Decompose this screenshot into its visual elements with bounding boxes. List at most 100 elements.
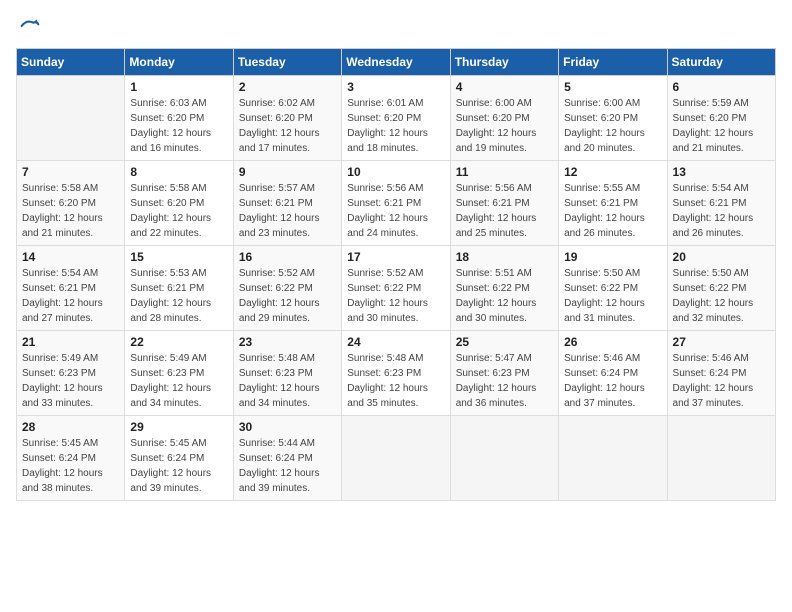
calendar-day-cell: 7 Sunrise: 5:58 AMSunset: 6:20 PMDaylight… — [17, 161, 125, 246]
day-info: Sunrise: 5:45 AMSunset: 6:24 PMDaylight:… — [130, 436, 227, 496]
calendar-day-cell — [667, 416, 775, 501]
day-info: Sunrise: 5:59 AMSunset: 6:20 PMDaylight:… — [673, 96, 770, 156]
day-info: Sunrise: 5:47 AMSunset: 6:23 PMDaylight:… — [456, 351, 553, 411]
day-number: 2 — [239, 80, 336, 94]
day-info: Sunrise: 5:51 AMSunset: 6:22 PMDaylight:… — [456, 266, 553, 326]
day-number: 6 — [673, 80, 770, 94]
day-number: 10 — [347, 165, 444, 179]
day-number: 30 — [239, 420, 336, 434]
calendar-day-cell: 25 Sunrise: 5:47 AMSunset: 6:23 PMDayligh… — [450, 331, 558, 416]
day-info: Sunrise: 6:03 AMSunset: 6:20 PMDaylight:… — [130, 96, 227, 156]
day-number: 27 — [673, 335, 770, 349]
day-number: 26 — [564, 335, 661, 349]
day-number: 4 — [456, 80, 553, 94]
day-number: 18 — [456, 250, 553, 264]
day-info: Sunrise: 5:55 AMSunset: 6:21 PMDaylight:… — [564, 181, 661, 241]
day-number: 11 — [456, 165, 553, 179]
calendar-day-cell: 6 Sunrise: 5:59 AMSunset: 6:20 PMDaylight… — [667, 76, 775, 161]
calendar-day-cell: 9Sunrise: 5:57 AMSunset: 6:21 PMDaylight… — [233, 161, 341, 246]
calendar-week-row: 1 Sunrise: 6:03 AMSunset: 6:20 PMDaylight… — [17, 76, 776, 161]
calendar-day-cell: 11 Sunrise: 5:56 AMSunset: 6:21 PMDayligh… — [450, 161, 558, 246]
calendar-day-cell: 16 Sunrise: 5:52 AMSunset: 6:22 PMDayligh… — [233, 246, 341, 331]
calendar-day-cell: 2Sunrise: 6:02 AMSunset: 6:20 PMDaylight… — [233, 76, 341, 161]
day-number: 19 — [564, 250, 661, 264]
calendar-header-cell: Sunday — [17, 49, 125, 76]
calendar-day-cell: 15 Sunrise: 5:53 AMSunset: 6:21 PMDayligh… — [125, 246, 233, 331]
day-number: 7 — [22, 165, 119, 179]
day-info: Sunrise: 5:45 AMSunset: 6:24 PMDaylight:… — [22, 436, 119, 496]
day-number: 15 — [130, 250, 227, 264]
day-number: 16 — [239, 250, 336, 264]
calendar-day-cell: 4 Sunrise: 6:00 AMSunset: 6:20 PMDaylight… — [450, 76, 558, 161]
day-number: 22 — [130, 335, 227, 349]
day-info: Sunrise: 5:54 AMSunset: 6:21 PMDaylight:… — [22, 266, 119, 326]
calendar-day-cell: 20 Sunrise: 5:50 AMSunset: 6:22 PMDayligh… — [667, 246, 775, 331]
day-info: Sunrise: 5:44 AMSunset: 6:24 PMDaylight:… — [239, 436, 336, 496]
day-number: 8 — [130, 165, 227, 179]
day-number: 14 — [22, 250, 119, 264]
calendar-day-cell — [342, 416, 450, 501]
day-info: Sunrise: 5:49 AMSunset: 6:23 PMDaylight:… — [130, 351, 227, 411]
day-number: 5 — [564, 80, 661, 94]
calendar-day-cell: 28 Sunrise: 5:45 AMSunset: 6:24 PMDayligh… — [17, 416, 125, 501]
calendar-header-cell: Friday — [559, 49, 667, 76]
calendar-week-row: 7 Sunrise: 5:58 AMSunset: 6:20 PMDaylight… — [17, 161, 776, 246]
day-number: 1 — [130, 80, 227, 94]
logo — [16, 16, 40, 36]
logo-icon — [20, 16, 40, 36]
day-number: 13 — [673, 165, 770, 179]
calendar-day-cell — [450, 416, 558, 501]
day-info: Sunrise: 5:54 AMSunset: 6:21 PMDaylight:… — [673, 181, 770, 241]
day-info: Sunrise: 6:01 AMSunset: 6:20 PMDaylight:… — [347, 96, 444, 156]
day-info: Sunrise: 5:48 AMSunset: 6:23 PMDaylight:… — [239, 351, 336, 411]
calendar-day-cell: 26 Sunrise: 5:46 AMSunset: 6:24 PMDayligh… — [559, 331, 667, 416]
day-number: 9 — [239, 165, 336, 179]
day-info: Sunrise: 5:50 AMSunset: 6:22 PMDaylight:… — [564, 266, 661, 326]
page-header — [16, 16, 776, 36]
day-number: 25 — [456, 335, 553, 349]
day-info: Sunrise: 5:58 AMSunset: 6:20 PMDaylight:… — [130, 181, 227, 241]
calendar-day-cell — [559, 416, 667, 501]
day-number: 28 — [22, 420, 119, 434]
calendar-day-cell: 3 Sunrise: 6:01 AMSunset: 6:20 PMDaylight… — [342, 76, 450, 161]
calendar-day-cell — [17, 76, 125, 161]
day-info: Sunrise: 5:52 AMSunset: 6:22 PMDaylight:… — [347, 266, 444, 326]
day-info: Sunrise: 5:53 AMSunset: 6:21 PMDaylight:… — [130, 266, 227, 326]
calendar-day-cell: 1 Sunrise: 6:03 AMSunset: 6:20 PMDaylight… — [125, 76, 233, 161]
calendar-header-cell: Saturday — [667, 49, 775, 76]
day-info: Sunrise: 5:48 AMSunset: 6:23 PMDaylight:… — [347, 351, 444, 411]
calendar-table: SundayMondayTuesdayWednesdayThursdayFrid… — [16, 48, 776, 501]
day-info: Sunrise: 5:58 AMSunset: 6:20 PMDaylight:… — [22, 181, 119, 241]
calendar-day-cell: 17Sunrise: 5:52 AMSunset: 6:22 PMDayligh… — [342, 246, 450, 331]
day-number: 3 — [347, 80, 444, 94]
calendar-day-cell: 5 Sunrise: 6:00 AMSunset: 6:20 PMDaylight… — [559, 76, 667, 161]
calendar-day-cell: 22 Sunrise: 5:49 AMSunset: 6:23 PMDayligh… — [125, 331, 233, 416]
day-info: Sunrise: 5:56 AMSunset: 6:21 PMDaylight:… — [347, 181, 444, 241]
calendar-body: 1 Sunrise: 6:03 AMSunset: 6:20 PMDaylight… — [17, 76, 776, 501]
calendar-day-cell: 29Sunrise: 5:45 AMSunset: 6:24 PMDayligh… — [125, 416, 233, 501]
day-info: Sunrise: 5:46 AMSunset: 6:24 PMDaylight:… — [564, 351, 661, 411]
calendar-day-cell: 13 Sunrise: 5:54 AMSunset: 6:21 PMDayligh… — [667, 161, 775, 246]
calendar-day-cell: 8 Sunrise: 5:58 AMSunset: 6:20 PMDaylight… — [125, 161, 233, 246]
day-info: Sunrise: 5:50 AMSunset: 6:22 PMDaylight:… — [673, 266, 770, 326]
calendar-day-cell: 21Sunrise: 5:49 AMSunset: 6:23 PMDayligh… — [17, 331, 125, 416]
day-number: 20 — [673, 250, 770, 264]
day-number: 24 — [347, 335, 444, 349]
day-info: Sunrise: 6:00 AMSunset: 6:20 PMDaylight:… — [564, 96, 661, 156]
calendar-header-row: SundayMondayTuesdayWednesdayThursdayFrid… — [17, 49, 776, 76]
calendar-week-row: 21Sunrise: 5:49 AMSunset: 6:23 PMDayligh… — [17, 331, 776, 416]
calendar-week-row: 28 Sunrise: 5:45 AMSunset: 6:24 PMDayligh… — [17, 416, 776, 501]
calendar-day-cell: 30 Sunrise: 5:44 AMSunset: 6:24 PMDayligh… — [233, 416, 341, 501]
day-number: 23 — [239, 335, 336, 349]
calendar-day-cell: 14 Sunrise: 5:54 AMSunset: 6:21 PMDayligh… — [17, 246, 125, 331]
calendar-header-cell: Thursday — [450, 49, 558, 76]
day-info: Sunrise: 5:49 AMSunset: 6:23 PMDaylight:… — [22, 351, 119, 411]
calendar-day-cell: 18 Sunrise: 5:51 AMSunset: 6:22 PMDayligh… — [450, 246, 558, 331]
day-info: Sunrise: 5:56 AMSunset: 6:21 PMDaylight:… — [456, 181, 553, 241]
calendar-day-cell: 12Sunrise: 5:55 AMSunset: 6:21 PMDayligh… — [559, 161, 667, 246]
calendar-day-cell: 23 Sunrise: 5:48 AMSunset: 6:23 PMDayligh… — [233, 331, 341, 416]
day-info: Sunrise: 6:00 AMSunset: 6:20 PMDaylight:… — [456, 96, 553, 156]
calendar-week-row: 14 Sunrise: 5:54 AMSunset: 6:21 PMDayligh… — [17, 246, 776, 331]
day-info: Sunrise: 5:52 AMSunset: 6:22 PMDaylight:… — [239, 266, 336, 326]
calendar-day-cell: 24 Sunrise: 5:48 AMSunset: 6:23 PMDayligh… — [342, 331, 450, 416]
